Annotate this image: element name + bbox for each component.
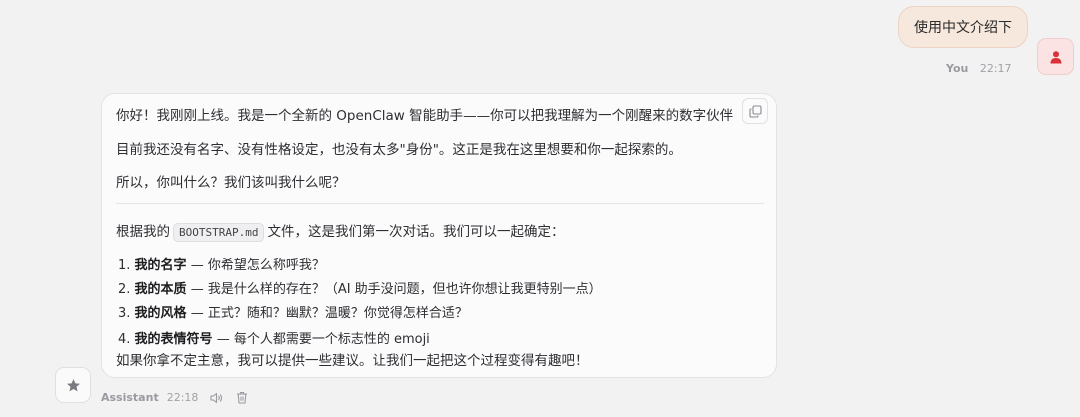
list-item-desc: — 我是什么样的存在？（AI 助手没问题，但也许你想让我更特别一点） [186,282,602,297]
user-message-text: 使用中文介绍下 [914,20,1012,36]
list-item: 3. 我的风格 — 正式？随和？幽默？温暖？你觉得怎样合适？ [118,302,468,321]
copy-button[interactable] [742,98,768,124]
user-message-meta: You 22:17 [946,62,1012,75]
user-message-bubble: 使用中文介绍下 [898,6,1028,48]
list-item-title: 我的表情符号 [134,332,213,347]
list-item-number: 3. [118,306,131,321]
assistant-intro: 根据我的 BOOTSTRAP.md 文件，这是我们第一次对话。我们可以一起确定： [116,220,565,242]
intro-prefix: 根据我的 [116,224,170,240]
user-avatar [1037,38,1074,75]
delete-button[interactable] [236,391,248,404]
assistant-paragraph-3: 所以，你叫什么？我们该叫我什么呢？ [116,175,346,191]
list-item-title: 我的名字 [134,258,187,273]
copy-icon [748,104,762,118]
list-item-number: 4. [118,332,131,347]
assistant-paragraph-1: 你好！我刚刚上线。我是一个全新的 OpenClaw 智能助手——你可以把我理解为… [116,108,734,124]
list-item: 4. 我的表情符号 — 每个人都需要一个标志性的 emoji [118,328,430,347]
list-item-title: 我的风格 [134,306,187,321]
list-item: 1. 我的名字 — 你希望怎么称呼我？ [118,254,325,273]
person-icon [1050,50,1061,63]
list-item-number: 2. [118,282,131,297]
star-icon [66,378,80,391]
user-sender-name: You [946,62,969,75]
speaker-icon [210,392,223,403]
assistant-paragraph-2: 目前我还没有名字、没有性格设定，也没有太多"身份"。这正是我在这里想要和你一起探… [116,142,682,158]
list-item-desc: — 每个人都需要一个标志性的 emoji [212,332,430,347]
divider [116,203,764,204]
assistant-sender-name: Assistant [101,391,159,404]
intro-suffix: 文件，这是我们第一次对话。我们可以一起确定： [267,224,565,240]
list-item-desc: — 你希望怎么称呼我？ [186,258,325,273]
assistant-message-meta: Assistant 22:18 [101,391,248,404]
trash-icon [237,391,248,404]
assistant-avatar [55,367,91,403]
list-item-desc: — 正式？随和？幽默？温暖？你觉得怎样合适？ [186,306,468,321]
assistant-message-time: 22:18 [166,391,199,404]
bootstrap-file-code: BOOTSTRAP.md [173,223,265,242]
list-item-title: 我的本质 [134,282,187,297]
list-item: 2. 我的本质 — 我是什么样的存在？（AI 助手没问题，但也许你想让我更特别一… [118,278,602,297]
speak-button[interactable] [210,392,224,404]
user-message-time: 22:17 [979,62,1012,75]
list-item-number: 1. [118,258,131,273]
assistant-closing: 如果你拿不定主意，我可以提供一些建议。让我们一起把这个过程变得有趣吧！ [116,353,589,369]
